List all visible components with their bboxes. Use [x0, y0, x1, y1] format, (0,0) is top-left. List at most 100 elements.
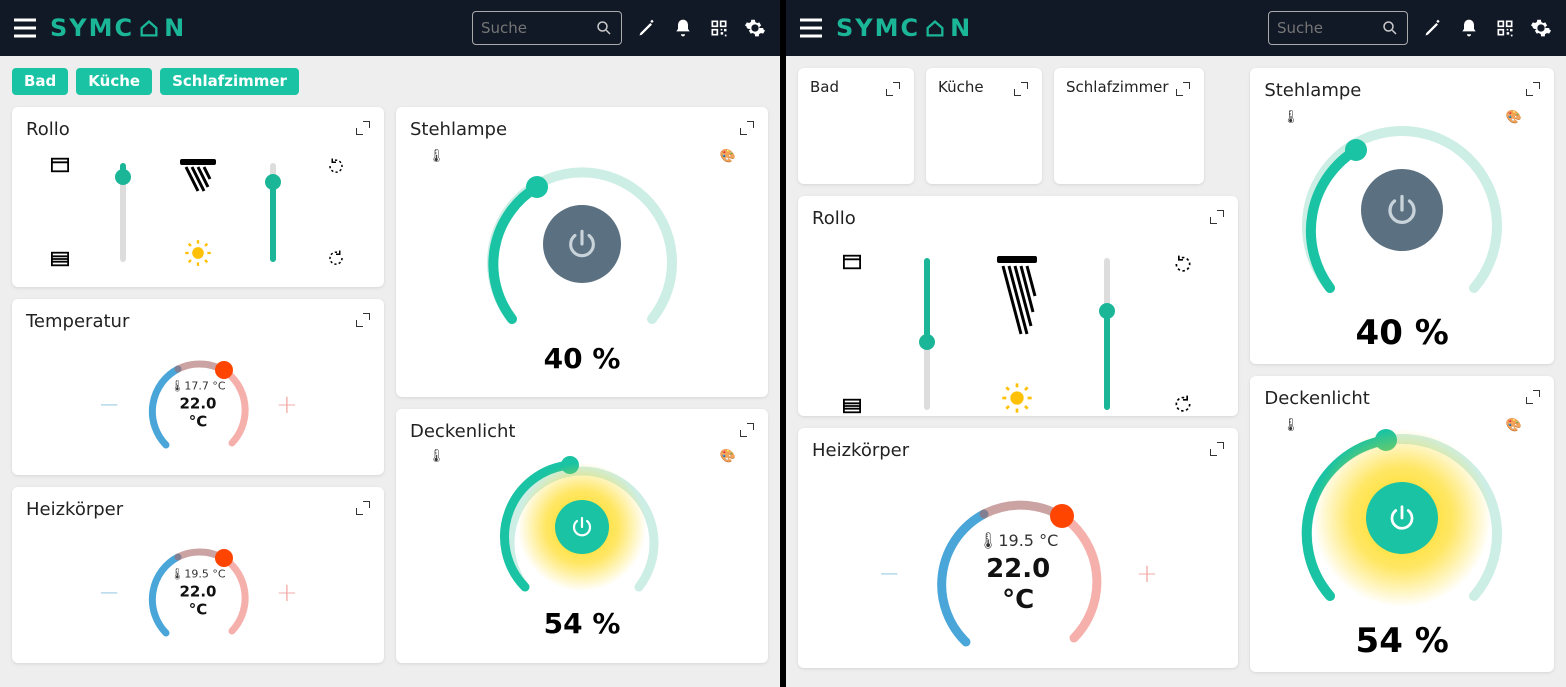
room-card-kueche[interactable]: Küche [926, 68, 1042, 184]
expand-button[interactable] [356, 121, 370, 135]
settings-button[interactable] [744, 17, 766, 39]
qr-button[interactable] [708, 17, 730, 39]
expand-button[interactable] [740, 121, 754, 135]
minus-button[interactable]: − [878, 561, 900, 587]
awning-icon [993, 254, 1041, 338]
blind-open-icon [51, 157, 69, 173]
brightness-gauge[interactable] [497, 449, 667, 604]
palette-icon[interactable]: 🎨 [720, 449, 736, 464]
brightness-value: 40 % [544, 345, 621, 373]
rotate-ccw-icon[interactable] [327, 157, 345, 175]
card-stehlampe: Stehlampe 🌡 🎨 [396, 107, 768, 397]
card-stehlampe: Stehlampe 🌡🎨 [1250, 68, 1554, 364]
awning-icon [176, 157, 220, 197]
expand-button[interactable] [1526, 390, 1540, 404]
search-box[interactable] [1268, 11, 1408, 45]
menu-button[interactable] [800, 17, 822, 39]
left-content: Bad Küche Schlafzimmer Rollo [0, 56, 780, 675]
card-title: Deckenlicht [410, 423, 754, 441]
search-icon [595, 19, 613, 37]
room-pills: Bad Küche Schlafzimmer [12, 68, 768, 95]
pill-kueche[interactable]: Küche [76, 68, 152, 95]
card-deckenlicht: Deckenlicht 🌡🎨 [396, 409, 768, 663]
card-temperatur: Temperatur − 🌡17.7 °C [12, 299, 384, 475]
expand-button[interactable] [1526, 82, 1540, 96]
card-heizkoerper: Heizkörper − 🌡19.5 °C [12, 487, 384, 663]
power-button[interactable] [1366, 482, 1438, 554]
sun-icon [1001, 382, 1033, 414]
thermometer-icon: 🌡 [428, 149, 445, 164]
card-title: Rollo [812, 210, 1224, 228]
blind-closed-icon [843, 398, 861, 414]
header: SYMC N [0, 0, 780, 56]
temp-gauge[interactable]: 🌡17.7 °C 22.0 °C [138, 345, 258, 465]
shade-slider[interactable] [120, 163, 126, 262]
room-card-bad[interactable]: Bad [798, 68, 914, 184]
minus-button[interactable]: − [98, 580, 120, 606]
temp-current: 🌡19.5 °C [968, 531, 1068, 550]
expand-button[interactable] [740, 423, 754, 437]
rotate-cw-icon[interactable] [327, 249, 345, 267]
card-title: Rollo [26, 121, 370, 139]
expand-button[interactable] [1014, 82, 1028, 96]
expand-button[interactable] [1210, 442, 1224, 456]
settings-button[interactable] [1530, 17, 1552, 39]
temp-gauge[interactable]: 🌡19.5 °C 22.0 °C [138, 533, 258, 653]
qr-button[interactable] [1494, 17, 1516, 39]
sun-slider[interactable] [270, 163, 276, 262]
expand-button[interactable] [356, 501, 370, 515]
expand-button[interactable] [886, 82, 900, 96]
edit-button[interactable] [636, 17, 658, 39]
card-rollo: Rollo [12, 107, 384, 287]
blind-closed-icon [51, 251, 69, 267]
room-card-schlafzimmer[interactable]: Schlafzimmer [1054, 68, 1204, 184]
notifications-button[interactable] [1458, 17, 1480, 39]
plus-button[interactable]: + [276, 392, 298, 418]
card-title: Deckenlicht [1264, 390, 1540, 408]
edit-button[interactable] [1422, 17, 1444, 39]
home-icon [138, 17, 160, 39]
header: SYMC N [786, 0, 1566, 56]
card-title: Heizkörper [812, 442, 1224, 460]
expand-button[interactable] [1176, 82, 1190, 96]
notifications-button[interactable] [672, 17, 694, 39]
brand-logo: SYMC N [836, 16, 972, 40]
temp-gauge[interactable]: 🌡19.5 °C 22.0 °C [918, 474, 1118, 674]
brightness-value: 54 % [1356, 624, 1449, 658]
sun-slider[interactable] [1104, 258, 1110, 410]
brightness-gauge[interactable] [1292, 418, 1512, 618]
temp-current: 🌡19.5 °C [168, 567, 228, 580]
plus-button[interactable]: + [276, 580, 298, 606]
temp-setpoint: 22.0 °C [168, 583, 228, 619]
palette-icon[interactable]: 🎨 [720, 149, 736, 164]
shade-slider[interactable] [924, 258, 930, 410]
left-pane: SYMC N Bad Küche Schlafzimmer Rollo [0, 0, 780, 687]
power-button[interactable] [543, 205, 621, 283]
search-input[interactable] [481, 19, 595, 37]
menu-button[interactable] [14, 17, 36, 39]
expand-button[interactable] [1210, 210, 1224, 224]
pill-bad[interactable]: Bad [12, 68, 68, 95]
sun-icon [184, 239, 212, 267]
power-button[interactable] [1361, 169, 1443, 251]
expand-button[interactable] [356, 313, 370, 327]
brightness-gauge[interactable] [477, 149, 687, 339]
room-cards: Bad Küche Schlafzimmer [798, 68, 1238, 184]
plus-button[interactable]: + [1136, 561, 1158, 587]
brightness-value: 54 % [544, 610, 621, 638]
card-rollo: Rollo [798, 196, 1238, 416]
temp-setpoint: 22.0 °C [968, 554, 1068, 616]
rotate-ccw-icon[interactable] [1173, 254, 1193, 274]
minus-button[interactable]: − [98, 392, 120, 418]
rotate-cw-icon[interactable] [1173, 394, 1193, 414]
brightness-gauge[interactable] [1292, 110, 1512, 310]
home-icon [924, 17, 946, 39]
search-box[interactable] [472, 11, 622, 45]
power-button[interactable] [555, 500, 609, 554]
right-content: Bad Küche Schlafzimmer Rollo [786, 56, 1566, 684]
search-input[interactable] [1277, 19, 1381, 37]
card-title: Stehlampe [1264, 82, 1540, 100]
pill-schlafzimmer[interactable]: Schlafzimmer [160, 68, 299, 95]
right-pane: SYMC N Bad Küche Schlafzimmer Rollo [780, 0, 1566, 687]
card-title: Stehlampe [410, 121, 754, 139]
